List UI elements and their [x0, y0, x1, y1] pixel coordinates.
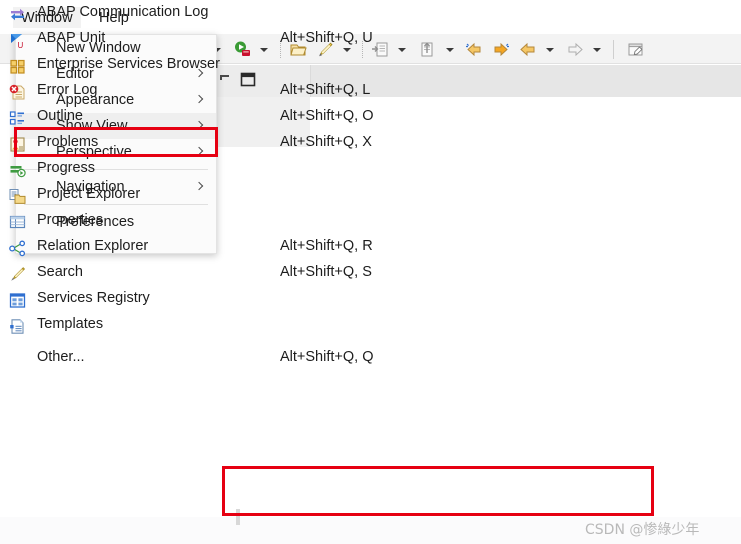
- submenu-item-label: Templates: [37, 316, 104, 332]
- submenu-item-label: Error Log: [37, 82, 98, 98]
- error-log-icon: [9, 84, 25, 100]
- dropdown-arrow-icon[interactable]: [546, 48, 554, 52]
- submenu-item-label: Other...: [37, 349, 85, 365]
- submenu-item-shortcut: Alt+Shift+Q, O: [280, 108, 374, 124]
- submenu-item-relation-explorer[interactable]: Relation Explorer Alt+Shift+Q, R: [1, 235, 418, 261]
- enterprise-services-browser-icon: [10, 59, 25, 74]
- outline-icon: [9, 111, 24, 125]
- submenu-item-label: ABAP Communication Log: [37, 4, 209, 20]
- submenu-item-label: Services Registry: [37, 290, 150, 306]
- submenu-item-project-explorer[interactable]: Project Explorer: [1, 183, 418, 209]
- back-icon[interactable]: [519, 41, 537, 58]
- submenu-item-shortcut: Alt+Shift+Q, R: [280, 238, 373, 254]
- services-registry-icon: [9, 293, 26, 308]
- dropdown-arrow-icon[interactable]: [593, 48, 601, 52]
- progress-icon: [10, 166, 26, 178]
- forward-all-icon[interactable]: [492, 41, 510, 58]
- submenu-item-problems[interactable]: Problems Alt+Shift+Q, X: [1, 131, 418, 157]
- submenu-item-shortcut: Alt+Shift+Q, L: [280, 82, 371, 98]
- submenu-item-enterprise-services-browser[interactable]: Enterprise Services Browser: [1, 53, 418, 79]
- toolbar-divider: [613, 40, 614, 59]
- submenu-item-label: Progress: [37, 160, 96, 176]
- watermark-text: CSDN @惨綠少年: [585, 522, 700, 538]
- relation-explorer-icon: [9, 240, 26, 257]
- submenu-item-progress[interactable]: Progress: [1, 157, 418, 183]
- submenu-item-label: Problems: [37, 134, 99, 150]
- abap-unit-icon: U: [11, 34, 24, 49]
- properties-icon: [9, 215, 26, 229]
- abap-communication-log-icon: [11, 8, 24, 21]
- show-view-submenu: ABAP Communication Log U ABAP Unit Alt+S…: [0, 0, 419, 385]
- eclipse-window: Window Help New Window Editor Appearance…: [0, 0, 741, 544]
- back-all-icon[interactable]: [465, 41, 483, 58]
- horizontal-scrollbar[interactable]: [236, 509, 240, 525]
- submenu-item-other[interactable]: Other... Alt+Shift+Q, Q: [1, 346, 418, 372]
- templates-icon: [10, 319, 24, 334]
- submenu-item-label: Project Explorer: [37, 186, 141, 202]
- submenu-item-shortcut: Alt+Shift+Q, X: [280, 134, 372, 150]
- svg-text:U: U: [18, 41, 24, 49]
- submenu-item-abap-communication-log[interactable]: ABAP Communication Log: [1, 1, 418, 27]
- search-icon: [11, 267, 26, 281]
- submenu-item-templates[interactable]: Templates: [1, 313, 418, 339]
- export-icon[interactable]: [419, 41, 437, 58]
- submenu-item-label: Relation Explorer: [37, 238, 149, 254]
- forward-icon[interactable]: [566, 41, 584, 58]
- submenu-item-search[interactable]: Search Alt+Shift+Q, S: [1, 261, 418, 287]
- submenu-item-shortcut: Alt+Shift+Q, U: [280, 30, 373, 46]
- submenu-item-outline[interactable]: Outline Alt+Shift+Q, O: [1, 105, 418, 131]
- submenu-item-label: Properties: [37, 212, 104, 228]
- submenu-item-services-registry[interactable]: Services Registry: [1, 287, 418, 313]
- submenu-item-shortcut: Alt+Shift+Q, S: [280, 264, 372, 280]
- submenu-item-label: Outline: [37, 108, 83, 124]
- problems-icon: [10, 137, 25, 152]
- submenu-item-label: Enterprise Services Browser: [37, 56, 220, 72]
- submenu-item-label: Search: [37, 264, 83, 280]
- dropdown-arrow-icon[interactable]: [446, 48, 454, 52]
- submenu-item-error-log[interactable]: Error Log Alt+Shift+Q, L: [1, 79, 418, 105]
- submenu-item-properties[interactable]: Properties: [1, 209, 418, 235]
- submenu-item-label: ABAP Unit: [37, 30, 106, 46]
- submenu-item-abap-unit[interactable]: U ABAP Unit Alt+Shift+Q, U: [1, 27, 418, 53]
- project-explorer-icon: [9, 189, 26, 204]
- submenu-item-shortcut: Alt+Shift+Q, Q: [280, 349, 374, 365]
- new-editor-icon[interactable]: [627, 41, 645, 58]
